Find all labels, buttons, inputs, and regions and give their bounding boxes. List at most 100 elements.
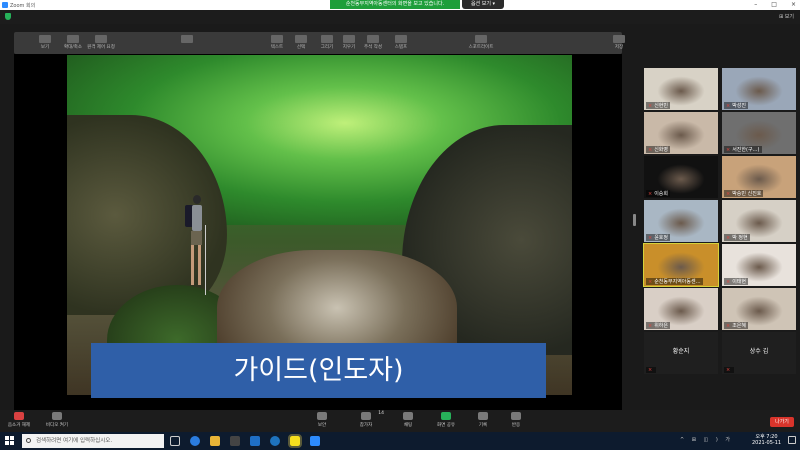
- screen-share-banner: 순천동부지역아동센터의 화면을 보고 있습니다.: [330, 0, 460, 9]
- draw-icon: [321, 35, 333, 43]
- participant-name: ⨯ 박승민 신진호: [724, 190, 764, 197]
- reactions-button[interactable]: 반응: [506, 412, 526, 428]
- select-icon: [295, 35, 307, 43]
- participant-tile[interactable]: ⨯ 박성진: [722, 68, 796, 110]
- participant-tile[interactable]: ⨯ 위하은: [644, 288, 718, 330]
- video-off-icon: [52, 412, 62, 420]
- participant-gallery: ⨯ 신현빈 ⨯ 박성진 ⨯ 신화영 ⨯ 서진한(구…) ⨯ 이승희 ⨯ 박승민 신진호 ⨯ 윤호정 ⨯ 박 정…: [643, 68, 796, 378]
- participant-name: 상수 김: [749, 348, 769, 355]
- participant-name: ⨯ 조은혜: [724, 322, 749, 329]
- notification-icon[interactable]: [788, 436, 796, 444]
- annotate-icon: [367, 35, 379, 43]
- participant-name: ⨯ 서진한(구…): [724, 146, 762, 153]
- shield-icon[interactable]: [5, 13, 11, 20]
- annotation-tool-0[interactable]: 보기: [30, 35, 60, 51]
- participant-tile[interactable]: ⨯ 윤호정: [644, 200, 718, 242]
- zoom-taskbar-icon[interactable]: [310, 436, 320, 446]
- video-button[interactable]: 비디오 켜기: [40, 412, 74, 428]
- record-icon: [478, 412, 488, 420]
- meeting-header: [0, 10, 800, 24]
- mute-button[interactable]: 음소거 해제: [6, 412, 32, 428]
- annotation-tool-10[interactable]: 스포트라이트: [466, 35, 496, 51]
- taskbar-clock[interactable]: 오후 7:20 2021-05-11: [752, 434, 781, 446]
- participant-tile[interactable]: ⨯ 순천동부지역아동센…: [643, 243, 719, 287]
- annotation-tool-8[interactable]: 주석 작성: [358, 35, 388, 51]
- participant-tile[interactable]: ⨯ 이태현: [722, 244, 796, 286]
- annotation-tool-1[interactable]: 확대/축소: [58, 35, 88, 51]
- spotlight-icon: [475, 35, 487, 43]
- share-screen-button[interactable]: 화면 공유: [432, 412, 460, 428]
- ie-browser-icon[interactable]: [270, 436, 280, 446]
- view-icon: [39, 35, 51, 43]
- play-icon: [181, 35, 193, 43]
- microphone-muted-icon: ⨯: [726, 279, 731, 285]
- participant-tile[interactable]: ⨯ 신현빈: [644, 68, 718, 110]
- participant-name: ⨯ 신현빈: [646, 102, 671, 109]
- zoom-icon: [67, 35, 79, 43]
- text-icon: [271, 35, 283, 43]
- participant-name: ⨯ 이승희: [646, 190, 671, 197]
- participant-name: ⨯ 박 정현: [724, 234, 750, 241]
- view-options-button[interactable]: 옵션 보기 ▾: [462, 0, 504, 9]
- participant-tile[interactable]: 황순지 ⨯: [644, 332, 718, 374]
- task-view-icon[interactable]: [170, 436, 180, 446]
- kakaotalk-icon[interactable]: [288, 434, 302, 448]
- annotation-tool-3[interactable]: [172, 35, 202, 51]
- participant-count: 14: [378, 411, 384, 416]
- microphone-muted-icon: ⨯: [726, 235, 731, 241]
- search-icon: [26, 438, 31, 443]
- participant-name: ⨯ 윤호정: [646, 234, 671, 241]
- reaction-icon: [511, 412, 521, 420]
- system-tray[interactable]: ^ ⊞ ◫ ) 가: [680, 436, 733, 443]
- close-button[interactable]: ×: [791, 1, 796, 8]
- hiker-figure: [185, 195, 207, 300]
- microphone-muted-icon: ⨯: [648, 323, 653, 329]
- zoom-app-icon: [2, 2, 8, 8]
- participant-name: ⨯ 순천동부지역아동센…: [646, 278, 703, 285]
- participant-tile[interactable]: ⨯ 박 정현: [722, 200, 796, 242]
- participant-tile[interactable]: ⨯ 서진한(구…): [722, 112, 796, 154]
- annotation-tool-9[interactable]: 스탬프: [386, 35, 416, 51]
- annotation-tool-11[interactable]: 저장: [604, 35, 634, 51]
- chat-button[interactable]: 채팅: [398, 412, 418, 428]
- edge-browser-icon[interactable]: [190, 436, 200, 446]
- participants-button[interactable]: 14 참가자: [354, 411, 384, 428]
- leave-meeting-button[interactable]: 나가기: [770, 417, 794, 427]
- participant-tile[interactable]: 상수 김 ⨯: [722, 332, 796, 374]
- microphone-muted-icon: ⨯: [648, 279, 653, 285]
- maximize-button[interactable]: □: [771, 1, 777, 8]
- minimize-button[interactable]: –: [754, 1, 757, 8]
- participants-icon: [361, 412, 371, 420]
- file-explorer-icon[interactable]: [210, 436, 220, 446]
- microphone-muted-icon: ⨯: [724, 367, 735, 373]
- participant-tile[interactable]: ⨯ 조은혜: [722, 288, 796, 330]
- participant-name: ⨯ 신화영: [646, 146, 671, 153]
- windows-start-icon[interactable]: [5, 436, 15, 446]
- window-controls: – □ ×: [754, 1, 796, 8]
- view-button[interactable]: ⊞ 보기: [779, 13, 794, 20]
- stamp-icon: [395, 35, 407, 43]
- mail-icon[interactable]: [250, 436, 260, 446]
- microphone-muted-icon: ⨯: [726, 191, 731, 197]
- clock-date: 2021-05-11: [752, 440, 782, 446]
- remote-control-icon: [95, 35, 107, 43]
- save-icon: [613, 35, 625, 43]
- participant-name: 황순지: [672, 348, 690, 355]
- microphone-muted-icon: ⨯: [726, 103, 731, 109]
- microphone-muted-icon: ⨯: [648, 191, 653, 197]
- store-icon[interactable]: [230, 436, 240, 446]
- microphone-muted-icon: ⨯: [648, 103, 653, 109]
- record-button[interactable]: 기록: [474, 412, 492, 428]
- participant-tile[interactable]: ⨯ 박승민 신진호: [722, 156, 796, 198]
- chat-icon: [403, 412, 413, 420]
- participant-tile[interactable]: ⨯ 신화영: [644, 112, 718, 154]
- share-screen-icon: [441, 412, 451, 420]
- annotation-tool-2[interactable]: 원격 제어 요청: [86, 35, 116, 51]
- microphone-muted-icon: ⨯: [648, 235, 653, 241]
- participant-tile[interactable]: ⨯ 이승희: [644, 156, 718, 198]
- microphone-muted-icon: ⨯: [726, 323, 731, 329]
- security-button[interactable]: 보안: [312, 412, 332, 428]
- taskbar-search-input[interactable]: 검색하려면 여기에 입력하십시오.: [22, 434, 164, 448]
- panel-resize-handle[interactable]: [633, 214, 636, 226]
- shield-icon: [317, 412, 327, 420]
